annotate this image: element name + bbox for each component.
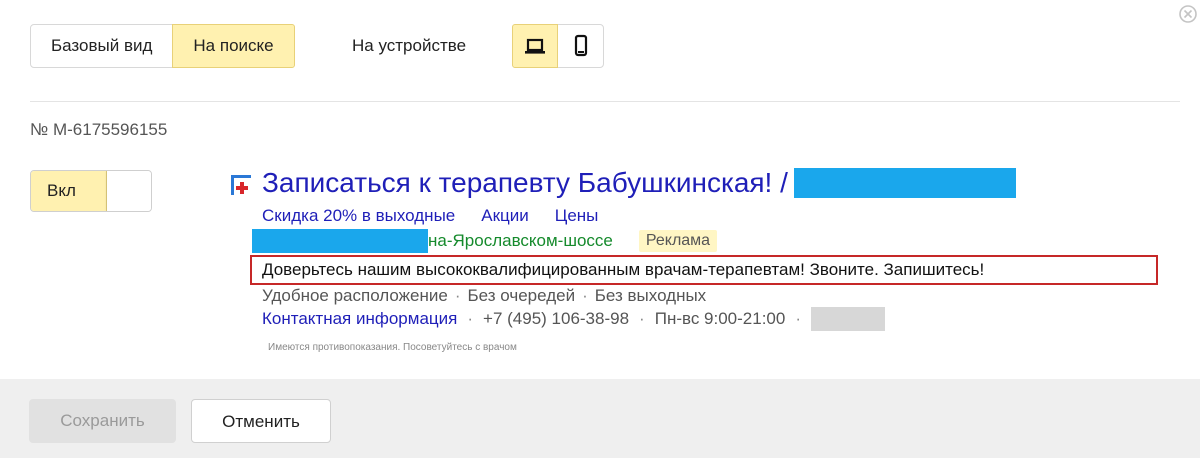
contact-separator: · — [639, 309, 645, 328]
ad-number: № M-6175596155 — [30, 120, 168, 139]
display-url[interactable]: на-Ярославском-шоссе — [428, 229, 613, 253]
sitelink-promotions[interactable]: Акции — [481, 204, 529, 228]
contact-info-link[interactable]: Контактная информация — [262, 307, 457, 331]
device-label: На устройстве — [352, 36, 467, 55]
view-mode-search-tab[interactable]: На поиске — [172, 24, 295, 68]
view-mode-basic-tab[interactable]: Базовый вид — [31, 25, 172, 67]
ad-text-highlighted: Доверьтесь нашим высококвалифицированным… — [250, 255, 1158, 285]
phone-number: +7 (495) 106-38-98 — [483, 309, 630, 328]
laptop-icon — [525, 38, 545, 54]
callout-item: Без выходных — [594, 286, 707, 305]
redacted-url-part — [252, 229, 428, 253]
close-icon — [1179, 5, 1197, 23]
toggle-on-label: Вкл — [31, 171, 107, 211]
sitelinks: Скидка 20% в выходные Акции Цены — [262, 204, 598, 228]
toggle-knob[interactable] — [107, 171, 151, 211]
callout-item: Удобное расположение — [262, 286, 448, 305]
contact-separator: · — [795, 309, 802, 328]
contacts-row: Контактная информация · +7 (495) 106-38-… — [262, 307, 886, 331]
redacted-contact-part — [811, 307, 886, 331]
device-desktop-button[interactable] — [512, 24, 558, 68]
device-mobile-button[interactable] — [558, 25, 603, 67]
callout-item: Без очередей — [467, 286, 576, 305]
sitelink-prices[interactable]: Цены — [555, 204, 599, 228]
view-mode-switch: Базовый вид На поиске — [30, 24, 295, 68]
medical-warning: Имеются противопоказания. Посоветуйтесь … — [268, 342, 517, 353]
sitelink-discount[interactable]: Скидка 20% в выходные — [262, 204, 455, 228]
callout-separator: · — [454, 286, 461, 305]
callout-separator: · — [582, 286, 588, 305]
contact-separator: · — [467, 309, 474, 328]
device-switch — [512, 24, 604, 68]
display-url-row: на-Ярославском-шоссе Реклама — [252, 229, 718, 253]
close-button[interactable] — [1178, 4, 1198, 24]
ad-status-toggle[interactable]: Вкл — [30, 170, 152, 212]
redacted-title-part — [793, 167, 1016, 198]
ad-title-text: Записаться к терапевту Бабушкинская! / — [262, 167, 788, 198]
save-button[interactable]: Сохранить — [29, 399, 176, 443]
medical-cross-icon — [231, 175, 251, 195]
phone-icon — [574, 34, 587, 57]
ad-badge: Реклама — [638, 230, 718, 252]
footer-bar: Сохранить Отменить — [0, 379, 1200, 458]
ad-title-link[interactable]: Записаться к терапевту Бабушкинская! / — [262, 164, 1016, 202]
callouts: Удобное расположение · Без очередей · Без вы… — [262, 284, 706, 308]
divider — [30, 101, 1180, 102]
cancel-button[interactable]: Отменить — [191, 399, 331, 443]
working-hours: Пн-вс 9:00-21:00 — [654, 309, 786, 328]
